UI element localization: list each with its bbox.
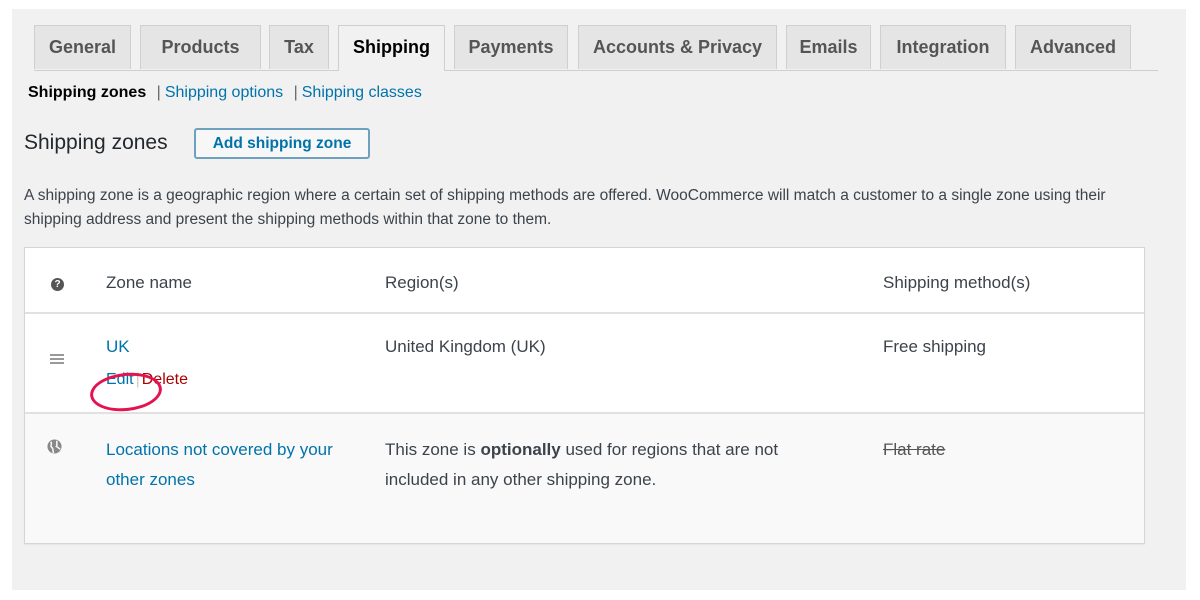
add-shipping-zone-button[interactable]: Add shipping zone	[194, 128, 370, 159]
table-row: UK Edit | Delete United Kingdom (UK) Free …	[25, 314, 1144, 414]
edit-zone-link[interactable]: Edit	[106, 371, 134, 388]
tab-shipping[interactable]: Shipping	[338, 25, 445, 71]
rest-of-world-regions: This zone is optionally used for regions…	[385, 435, 845, 495]
action-separator: |	[135, 371, 140, 388]
table-header: ? Zone name Region(s) Shipping method(s)	[25, 248, 1144, 314]
subnav-separator: |	[156, 84, 161, 101]
settings-tabs: General Products Tax Shipping Payments A…	[34, 25, 1158, 71]
regions-emphasis: optionally	[480, 440, 561, 459]
globe-icon	[47, 439, 62, 454]
zone-regions: United Kingdom (UK)	[385, 337, 546, 356]
header-regions: Region(s)	[385, 273, 459, 292]
zones-description: A shipping zone is a geographic region w…	[24, 187, 1106, 228]
subnav-separator: |	[293, 84, 298, 101]
tab-advanced[interactable]: Advanced	[1015, 25, 1131, 69]
subnav-shipping-classes[interactable]: Shipping classes	[302, 84, 422, 101]
header-shipping-methods: Shipping method(s)	[883, 273, 1031, 292]
rest-of-world-methods: Flat rate	[883, 440, 946, 459]
subnav-shipping-options[interactable]: Shipping options	[165, 84, 283, 101]
rest-of-world-link[interactable]: Locations not covered by your other zone…	[106, 435, 346, 495]
shipping-zones-table: ? Zone name Region(s) Shipping method(s)…	[24, 247, 1145, 544]
zone-methods: Free shipping	[883, 337, 987, 356]
regions-text: This zone is	[385, 440, 481, 459]
question-circle-icon[interactable]: ?	[51, 278, 64, 291]
header-zone-name: Zone name	[106, 273, 192, 292]
table-row-rest-of-world: Locations not covered by your other zone…	[25, 414, 1144, 543]
delete-zone-link[interactable]: Delete	[142, 371, 188, 388]
shipping-subnav: Shipping zones | Shipping options | Shippi…	[28, 84, 422, 102]
subnav-shipping-zones: Shipping zones	[28, 84, 147, 101]
tab-accounts-privacy[interactable]: Accounts & Privacy	[578, 25, 777, 69]
tab-products[interactable]: Products	[140, 25, 261, 69]
tab-payments[interactable]: Payments	[454, 25, 568, 69]
page-title: Shipping zones	[24, 131, 168, 154]
zone-name-link[interactable]: UK	[106, 337, 130, 357]
tab-integration[interactable]: Integration	[880, 25, 1006, 69]
row-actions: Edit | Delete	[106, 371, 188, 389]
tab-tax[interactable]: Tax	[269, 25, 329, 69]
tab-general[interactable]: General	[34, 25, 131, 69]
tab-emails[interactable]: Emails	[786, 25, 871, 69]
drag-handle-icon[interactable]	[50, 354, 64, 364]
